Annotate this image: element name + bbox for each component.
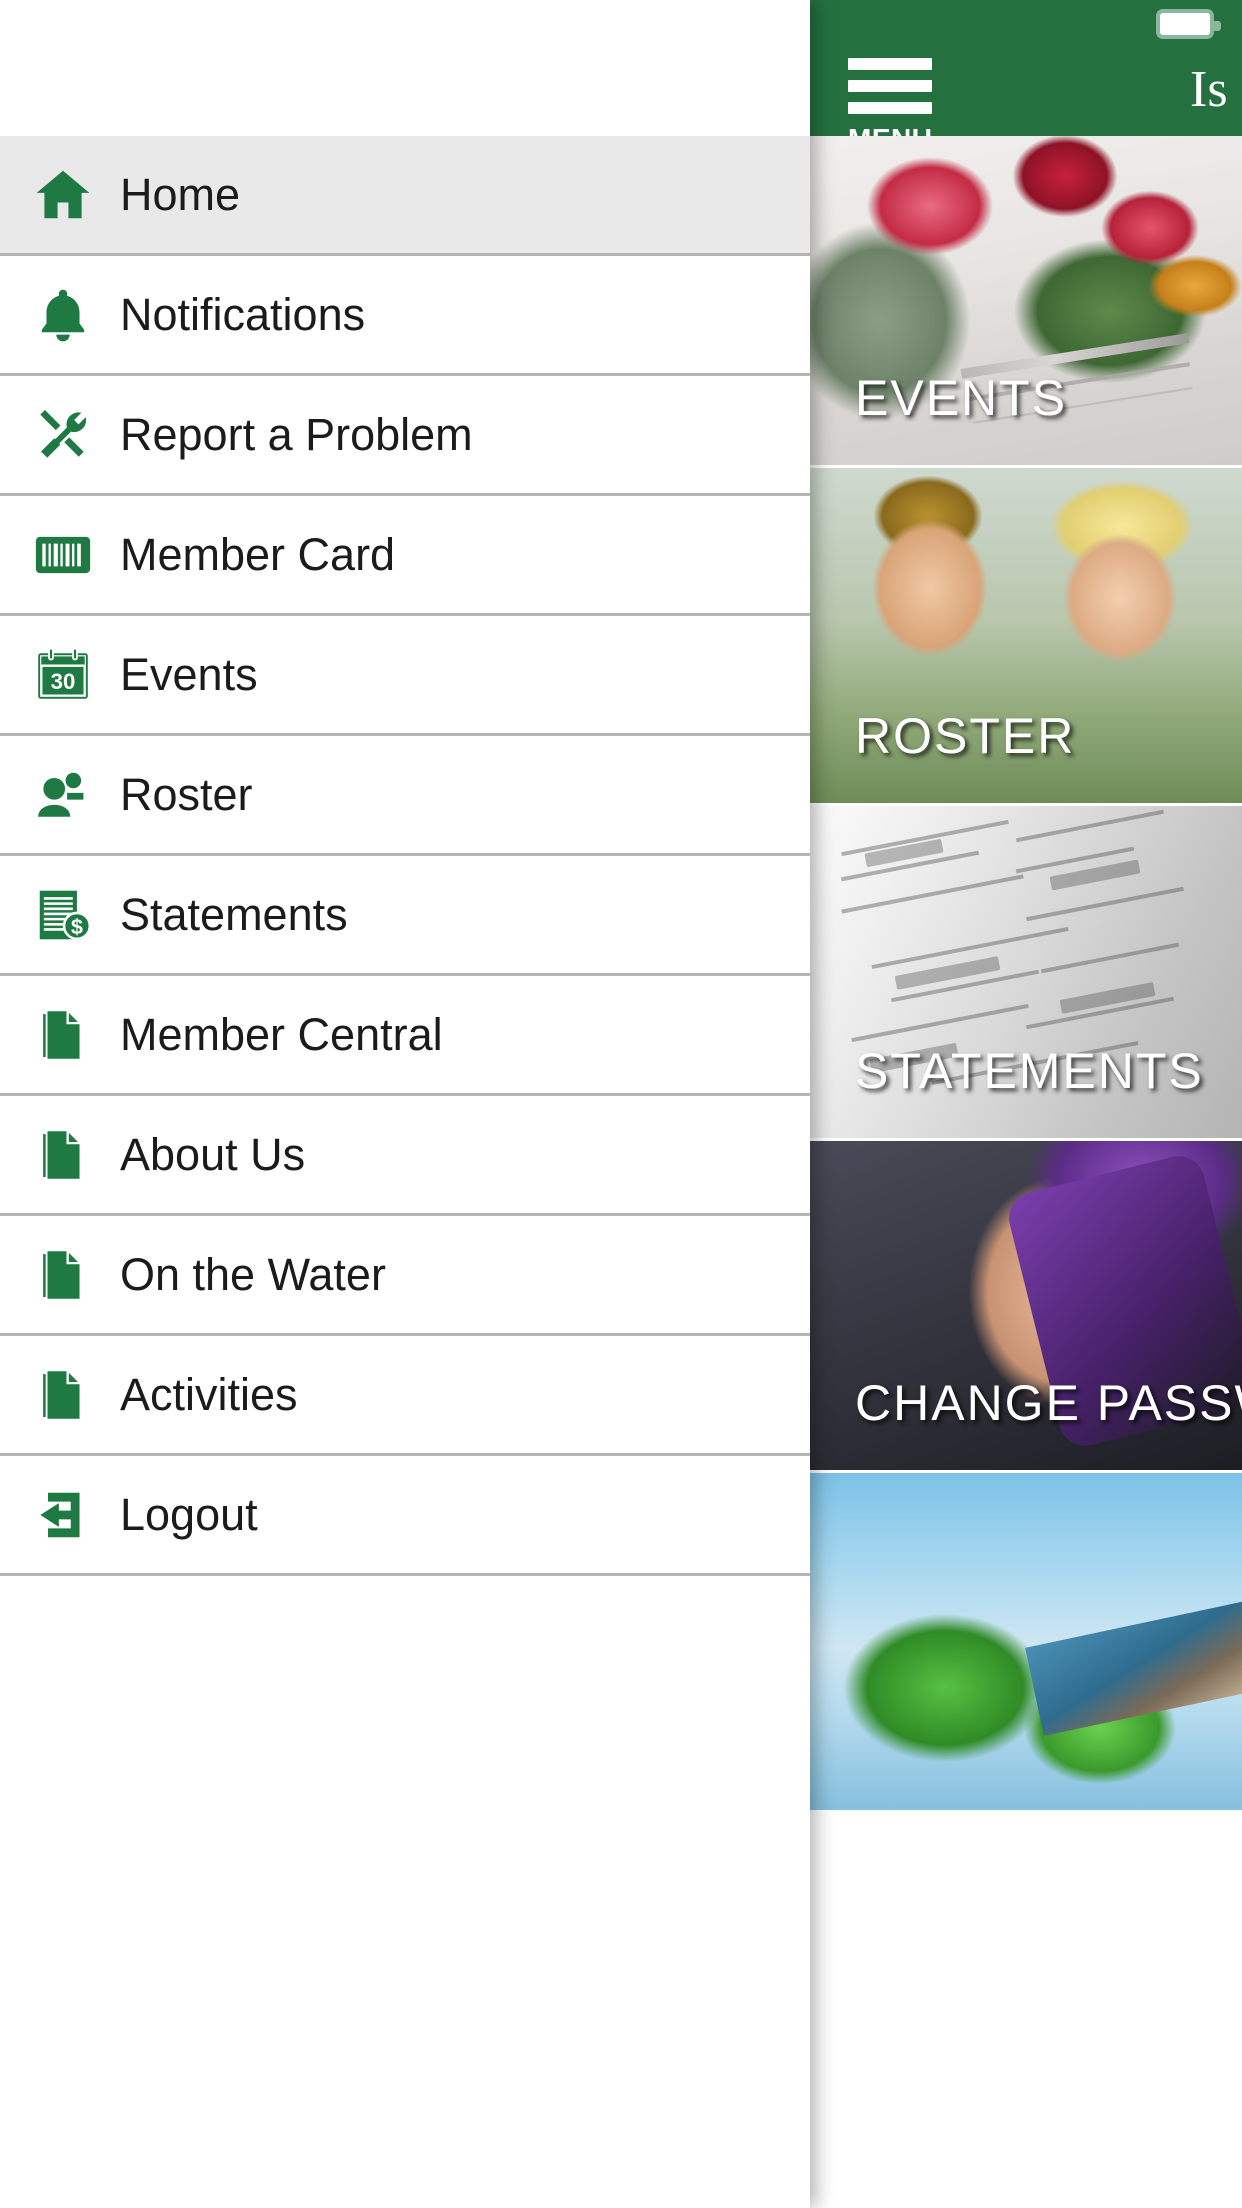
- drawer-item-label: Logout: [120, 1489, 258, 1540]
- drawer-item-label: Events: [120, 649, 258, 700]
- invoice-dollar-icon: $: [20, 884, 106, 946]
- drawer-item-label: On the Water: [120, 1249, 386, 1300]
- battery-full-icon: [1156, 9, 1221, 39]
- drawer-header-spacer: [0, 0, 810, 136]
- drawer-item-label: Notifications: [120, 289, 366, 340]
- hamburger-bar: [848, 58, 932, 70]
- drawer-item-label: Member Card: [120, 529, 396, 580]
- tile-image[interactable]: [810, 1473, 1242, 1813]
- svg-text:30: 30: [51, 668, 76, 693]
- people-icon: [20, 764, 106, 826]
- drawer-item-member-central[interactable]: Member Central: [0, 976, 810, 1096]
- document-icon: [20, 1364, 106, 1426]
- app-root: MENU Is EVENTSROSTERSTATEMENTSCHANGE PAS…: [0, 0, 1242, 2208]
- drawer-item-label: Home: [120, 169, 241, 220]
- tile-roster[interactable]: ROSTER: [810, 468, 1242, 806]
- drawer-item-statements[interactable]: $ Statements: [0, 856, 810, 976]
- home-icon: [20, 164, 106, 226]
- tile-label: STATEMENTS: [855, 1043, 1204, 1099]
- tile-change-password[interactable]: CHANGE PASSWORD: [810, 1141, 1242, 1473]
- bell-icon: [20, 284, 106, 346]
- drawer-item-label: Member Central: [120, 1009, 443, 1060]
- drawer-item-on-the-water[interactable]: On the Water: [0, 1216, 810, 1336]
- barcode-icon: [20, 524, 106, 586]
- drawer-item-label: About Us: [120, 1129, 306, 1180]
- navigation-drawer: Home Notifications Report a Problem Member …: [0, 0, 810, 2208]
- tile-list: EVENTS ROSTER STATEMENTS CHANGE PASSWORD: [810, 136, 1242, 2208]
- drawer-item-notifications[interactable]: Notifications: [0, 256, 810, 376]
- app-title: Is: [1190, 61, 1228, 118]
- drawer-item-label: Report a Problem: [120, 409, 473, 460]
- drawer-item-home[interactable]: Home: [0, 136, 810, 256]
- logout-icon: [20, 1484, 106, 1546]
- document-icon: [20, 1244, 106, 1306]
- drawer-item-label: Activities: [120, 1369, 298, 1420]
- drawer-item-about-us[interactable]: About Us: [0, 1096, 810, 1216]
- drawer-item-label: Statements: [120, 889, 348, 940]
- tile-label: EVENTS: [855, 370, 1068, 426]
- drawer-item-report-a-problem[interactable]: Report a Problem: [0, 376, 810, 496]
- tile-events[interactable]: EVENTS: [810, 136, 1242, 468]
- tools-icon: [20, 404, 106, 466]
- drawer-item-logout[interactable]: Logout: [0, 1456, 810, 1576]
- svg-text:$: $: [71, 914, 83, 939]
- tile-label: ROSTER: [855, 708, 1076, 764]
- hamburger-bar: [848, 102, 932, 114]
- document-icon: [20, 1124, 106, 1186]
- drawer-item-label: Roster: [120, 769, 253, 820]
- calendar-30-icon: 30: [20, 644, 106, 706]
- tile-background-image: [810, 1473, 1242, 1810]
- drawer-menu-list: Home Notifications Report a Problem Member …: [0, 136, 810, 1576]
- drawer-item-events[interactable]: 30 Events: [0, 616, 810, 736]
- document-icon: [20, 1004, 106, 1066]
- tile-label: CHANGE PASSWORD: [855, 1375, 1242, 1431]
- drawer-item-member-card[interactable]: Member Card: [0, 496, 810, 616]
- drawer-item-activities[interactable]: Activities: [0, 1336, 810, 1456]
- tile-statements[interactable]: STATEMENTS: [810, 806, 1242, 1141]
- hamburger-bar: [848, 80, 932, 92]
- drawer-item-roster[interactable]: Roster: [0, 736, 810, 856]
